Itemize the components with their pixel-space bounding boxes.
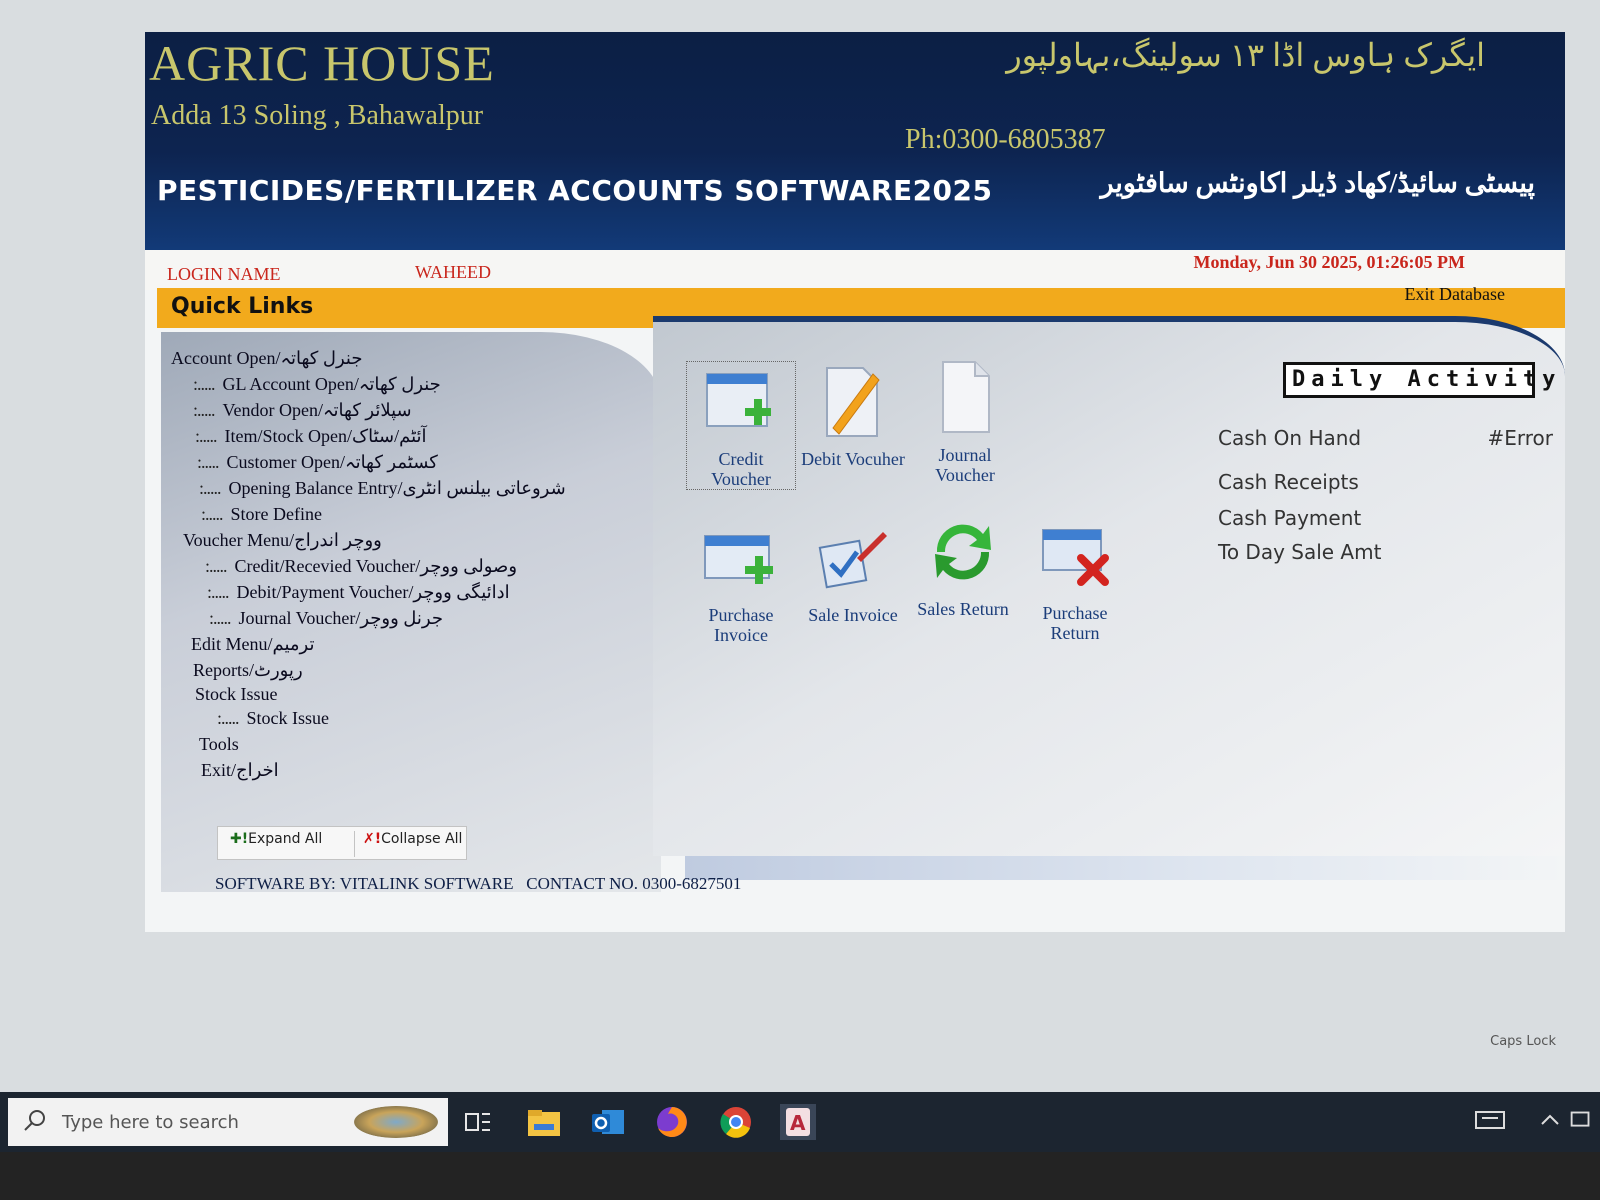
footer-divider (685, 854, 1565, 880)
tree-item-voucher-menu[interactable]: Voucher Menu/ووچر اندراج (183, 530, 382, 551)
purchase-invoice-button[interactable]: Purchase Invoice (687, 518, 795, 645)
logged-in-user: WAHEED (415, 262, 491, 282)
tree-item-account-open[interactable]: Account Open/جنرل کھاتہ (171, 348, 362, 369)
tree-item-item-stock-open[interactable]: :..... Item/Stock Open/آئٹم/سٹاک (195, 426, 427, 447)
sale-invoice-icon (818, 532, 887, 589)
daily-activity-title: Daily Activity (1283, 362, 1555, 398)
journal-voucher-button[interactable]: Journal Voucher (911, 358, 1019, 485)
tree-item-opening-balance-entry[interactable]: :..... Opening Balance Entry/شروعاتی بیلن… (199, 478, 566, 499)
navigation-tree-panel: Account Open/جنرل کھاتہ :..... GL Account… (161, 332, 661, 892)
tree-item-store-define[interactable]: :..... Store Define (201, 504, 322, 525)
tree-item-stock-issue-menu[interactable]: Stock Issue (195, 684, 278, 705)
company-name: AGRIC HOUSE (149, 35, 495, 91)
sales-return-button[interactable]: Sales Return (909, 512, 1017, 619)
search-highlight-image (354, 1106, 438, 1138)
tree-toolbar: ✚!Expand All ✗!Collapse All (217, 826, 467, 860)
collapse-all-button[interactable]: ✗!Collapse All (354, 831, 462, 857)
software-tagline-urdu: پیسٹی سائیڈ/کھاد ڈیلر اکاونٹس سافٹویر (1100, 168, 1535, 198)
quick-links-title: Quick Links (171, 294, 314, 319)
exit-database-link[interactable]: Exit Database (1405, 284, 1505, 305)
main-window: AGRIC HOUSE Adda 13 Soling , Bahawalpur … (145, 32, 1565, 932)
tree-item-tools[interactable]: Tools (199, 734, 239, 755)
firefox-icon[interactable] (652, 1102, 692, 1142)
refresh-icon (935, 524, 991, 580)
windows-taskbar: Type here to search A (0, 1092, 1600, 1152)
monitor-bezel (0, 1152, 1600, 1200)
network-icon[interactable] (1566, 1106, 1596, 1134)
software-credit: SOFTWARE BY: VITALINK SOFTWARE CONTACT N… (215, 874, 742, 893)
search-icon (24, 1110, 45, 1131)
purchase-return-button[interactable]: Purchase Return (1021, 516, 1129, 643)
sale-invoice-button[interactable]: Sale Invoice (799, 518, 907, 625)
tree-item-credit-received-voucher[interactable]: :..... Credit/Recevied Voucher/وصولی ووچر (205, 556, 517, 577)
expand-all-button[interactable]: ✚!Expand All (230, 831, 322, 857)
credit-voucher-button[interactable]: Credit Voucher (686, 361, 796, 490)
search-placeholder: Type here to search (62, 1112, 239, 1133)
cross-icon: ✗! (363, 831, 382, 847)
current-datetime: Monday, Jun 30 2025, 01:26:05 PM (1193, 252, 1465, 272)
purchase-invoice-icon (704, 535, 773, 584)
cash-on-hand-label: Cash On Hand (1218, 426, 1362, 450)
purchase-return-icon (1042, 529, 1109, 586)
dashboard-panel: Credit Voucher Debit Vocuher Journal Vou… (653, 316, 1565, 856)
tree-item-reports[interactable]: Reports/رپورٹ (193, 660, 303, 681)
tree-item-journal-voucher[interactable]: :..... Journal Voucher/جرنل ووچر (209, 608, 443, 629)
tree-item-exit[interactable]: Exit/اخراج (201, 760, 279, 781)
caps-lock-indicator: Caps Lock (1490, 1034, 1556, 1049)
debit-voucher-button[interactable]: Debit Vocuher (799, 362, 907, 469)
keyboard-icon[interactable] (1474, 1106, 1506, 1134)
chrome-icon[interactable] (716, 1102, 756, 1142)
tree-item-gl-account-open[interactable]: :..... GL Account Open/جنرل کھاتہ (193, 374, 441, 395)
login-info-bar: LOGIN NAME WAHEED Monday, Jun 30 2025, 0… (145, 250, 1565, 290)
taskbar-search-box[interactable]: Type here to search (8, 1098, 448, 1146)
journal-voucher-icon (942, 361, 990, 433)
debit-voucher-icon (826, 367, 880, 437)
svg-text:A: A (790, 1111, 806, 1135)
cash-payment-label: Cash Payment (1218, 506, 1362, 530)
plus-icon: ✚! (230, 831, 249, 847)
tree-item-customer-open[interactable]: :..... Customer Open/کسٹمر کھاتہ (197, 452, 438, 473)
company-address: Adda 13 Soling , Bahawalpur (151, 100, 484, 131)
urdu-company-title: ایگرک ہاوس اڈا ۱۳ سولینگ،بہاولپور (1006, 37, 1485, 73)
cash-receipts-label: Cash Receipts (1218, 470, 1359, 494)
credit-voucher-icon (706, 373, 771, 427)
company-phone: Ph:0300-6805387 (905, 124, 1106, 155)
access-app-icon[interactable]: A (778, 1102, 818, 1142)
tree-item-debit-payment-voucher[interactable]: :..... Debit/Payment Voucher/ادائیگی ووچر (207, 582, 510, 603)
login-name-label: LOGIN NAME (167, 264, 281, 284)
tree-item-stock-issue[interactable]: :..... Stock Issue (217, 708, 329, 729)
file-explorer-icon[interactable] (524, 1102, 564, 1142)
tree-item-vendor-open[interactable]: :..... Vendor Open/سپلائر کھاتہ (193, 400, 412, 421)
header-banner: AGRIC HOUSE Adda 13 Soling , Bahawalpur … (145, 32, 1565, 250)
outlook-icon[interactable] (588, 1102, 628, 1142)
today-sale-amount-label: To Day Sale Amt (1218, 540, 1382, 564)
task-view-icon[interactable] (458, 1102, 498, 1142)
tree-item-edit-menu[interactable]: Edit Menu/ترمیم (191, 634, 315, 655)
cash-on-hand-value: #Error (1487, 426, 1553, 450)
software-tagline: PESTICIDES/FERTILIZER ACCOUNTS SOFTWARE2… (157, 174, 993, 207)
chevron-up-icon[interactable] (1534, 1106, 1566, 1134)
